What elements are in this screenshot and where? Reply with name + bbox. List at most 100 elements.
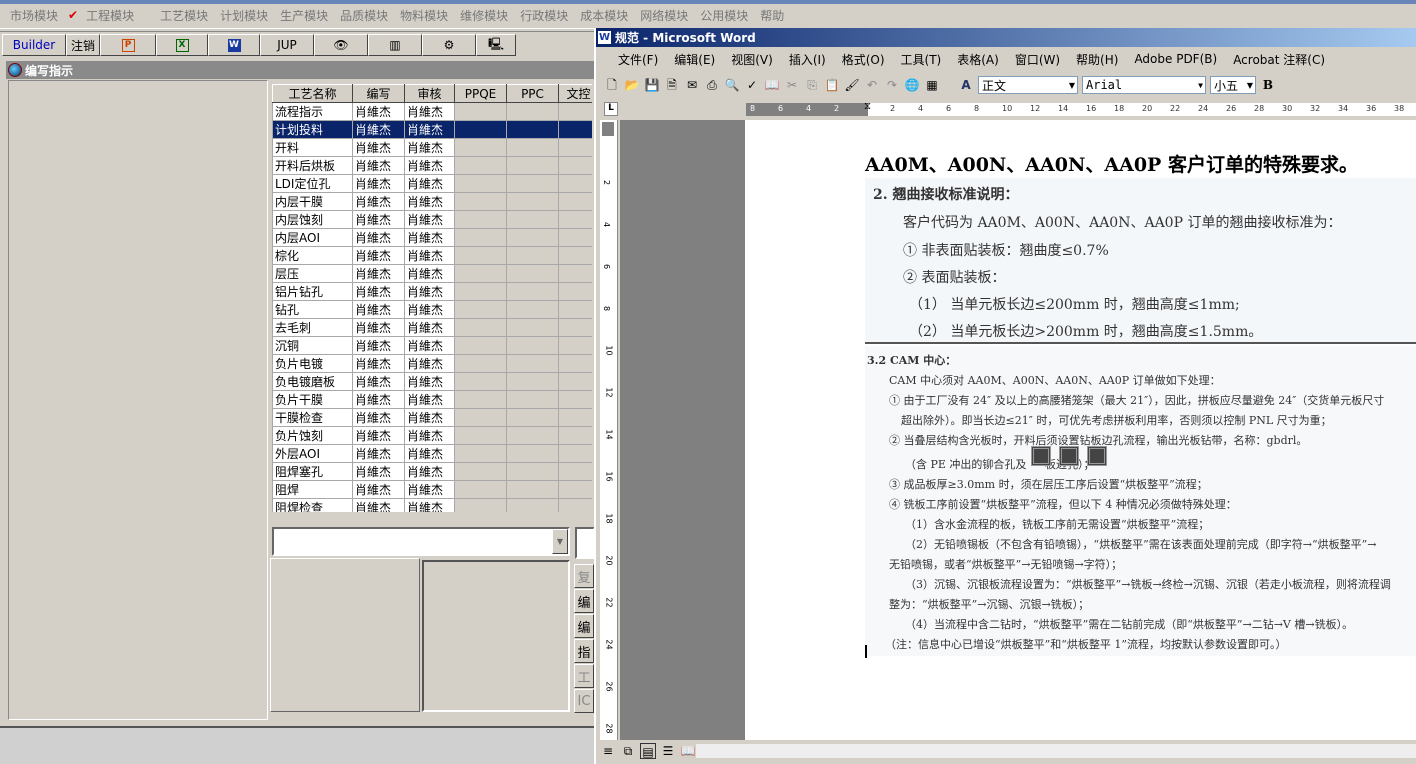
undo-icon[interactable]: ↶ [864,77,880,93]
table-cell[interactable] [454,192,507,211]
column-header[interactable]: 审核 [404,84,455,103]
jup-button[interactable]: JUP [260,34,314,56]
column-header[interactable]: 工艺名称 [272,84,353,103]
spelling-icon[interactable]: ✓ [744,77,760,93]
column-header[interactable]: PPC [506,84,559,103]
table-row[interactable]: 阻焊塞孔 肖維杰 肖維杰 [272,462,592,481]
table-cell[interactable]: 肖維杰 [352,336,405,355]
indent-marker-icon[interactable]: ⧖ [864,101,871,112]
table-row[interactable]: 负片干膜 肖維杰 肖維杰 [272,390,592,409]
table-cell[interactable] [506,228,559,247]
table-row[interactable]: 负片电镀 肖維杰 肖維杰 [272,354,592,373]
table-cell[interactable] [454,174,507,193]
research-icon[interactable]: 📖 [764,77,780,93]
table-cell[interactable]: 肖維杰 [404,300,455,319]
table-cell[interactable]: 肖維杰 [352,318,405,337]
table-cell[interactable] [558,210,592,229]
table-cell[interactable]: 内层蚀刻 [272,210,353,229]
table-row[interactable]: 负片蚀刻 肖維杰 肖維杰 [272,426,592,445]
table-cell[interactable]: 肖維杰 [352,498,405,512]
table-cell[interactable] [506,498,559,512]
table-cell[interactable] [506,336,559,355]
table-cell[interactable]: LDI定位孔 [272,174,353,193]
table-row[interactable]: 计划投料 肖維杰 肖維杰 [272,120,592,139]
table-cell[interactable]: 肖維杰 [352,246,405,265]
table-cell[interactable]: 肖維杰 [352,210,405,229]
word-menu-item[interactable]: 编辑(E) [666,51,723,68]
menu-item[interactable]: 帮助 [754,7,790,24]
table-cell[interactable]: 肖維杰 [352,282,405,301]
menu-item[interactable]: 品质模块 [334,7,394,24]
table-cell[interactable]: 肖維杰 [404,156,455,175]
word-menu-item[interactable]: 工具(T) [893,51,950,68]
styles-icon[interactable]: A [958,77,974,93]
table-cell[interactable] [506,174,559,193]
table-cell[interactable]: 肖維杰 [352,174,405,193]
table-cell[interactable]: 负电镀磨板 [272,372,353,391]
table-cell[interactable]: 钻孔 [272,300,353,319]
table-cell[interactable]: 肖維杰 [352,102,405,121]
table-cell[interactable]: 肖維杰 [352,228,405,247]
table-cell[interactable] [454,120,507,139]
bold-button[interactable]: B [1260,77,1276,93]
save-icon[interactable]: 💾 [644,77,660,93]
table-cell[interactable] [558,120,592,139]
table-cell[interactable]: 肖維杰 [352,192,405,211]
copy-icon[interactable]: ⎘ [804,77,820,93]
table-row[interactable]: 流程指示 肖維杰 肖維杰 [272,102,592,121]
menu-item[interactable]: 工程模块 [80,7,140,24]
side-button[interactable]: IC [574,689,594,713]
table-cell[interactable]: 肖維杰 [404,498,455,512]
word-menu-item[interactable]: 文件(F) [610,51,666,68]
table-cell[interactable] [454,210,507,229]
table-cell[interactable] [454,264,507,283]
table-cell[interactable] [506,246,559,265]
table-cell[interactable] [506,192,559,211]
word-menu-item[interactable]: Adobe PDF(B) [1126,52,1225,66]
table-cell[interactable]: 肖維杰 [352,372,405,391]
menu-item[interactable]: 物料模块 [394,7,454,24]
table-cell[interactable]: 开料 [272,138,353,157]
table-cell[interactable]: 肖維杰 [352,480,405,499]
side-button[interactable]: 编 [574,614,594,638]
table-cell[interactable] [558,372,592,391]
column-header[interactable]: PPQE [454,84,507,103]
menu-item[interactable]: 维修模块 [454,7,514,24]
table-row[interactable]: 内层AOI 肖維杰 肖維杰 [272,228,592,247]
table-cell[interactable] [454,282,507,301]
secondary-input[interactable] [575,527,595,559]
table-cell[interactable] [454,228,507,247]
new-icon[interactable]: 🗋 [604,77,620,93]
word-menu-item[interactable]: 窗口(W) [1007,51,1068,68]
table-cell[interactable]: 肖維杰 [404,480,455,499]
table-cell[interactable]: 肖維杰 [352,444,405,463]
word-menu-item[interactable]: Acrobat 注释(C) [1225,51,1333,68]
table-row[interactable]: LDI定位孔 肖維杰 肖維杰 [272,174,592,193]
document-page[interactable]: AA0M、A00N、AA0N、AA0P 客户订单的特殊要求。 2. 翘曲接收标准… [745,120,1416,740]
horizontal-scrollbar[interactable] [696,744,1416,758]
horizontal-ruler[interactable]: L ⧖ 8 6 4 2 2 4 6 8 10 12 14 16 18 20 22 24 26 28 30 32 34 36… [604,101,1416,118]
reading-view-icon[interactable]: 📖 [680,743,696,759]
table-row[interactable]: 外层AOI 肖維杰 肖維杰 [272,444,592,463]
table-cell[interactable] [558,336,592,355]
table-cell[interactable]: 开料后烘板 [272,156,353,175]
table-cell[interactable]: 肖維杰 [404,336,455,355]
table-row[interactable]: 内层蚀刻 肖維杰 肖維杰 [272,210,592,229]
menu-item[interactable]: 生产模块 [274,7,334,24]
view-button[interactable]: 👁 [314,34,368,56]
table-cell[interactable] [454,444,507,463]
table-cell[interactable] [506,210,559,229]
table-cell[interactable] [558,408,592,427]
table-cell[interactable] [558,462,592,481]
table-cell[interactable]: 肖維杰 [352,426,405,445]
table-icon[interactable]: ▦ [924,77,940,93]
table-cell[interactable]: 肖維杰 [352,354,405,373]
table-cell[interactable]: 肖維杰 [352,138,405,157]
table-row[interactable]: 去毛刺 肖維杰 肖維杰 [272,318,592,337]
table-cell[interactable]: 肖維杰 [404,120,455,139]
email-icon[interactable]: ✉ [684,77,700,93]
web-view-icon[interactable]: ⧉ [620,743,636,759]
table-cell[interactable]: 流程指示 [272,102,353,121]
table-cell[interactable] [454,318,507,337]
table-cell[interactable]: 肖維杰 [404,102,455,121]
